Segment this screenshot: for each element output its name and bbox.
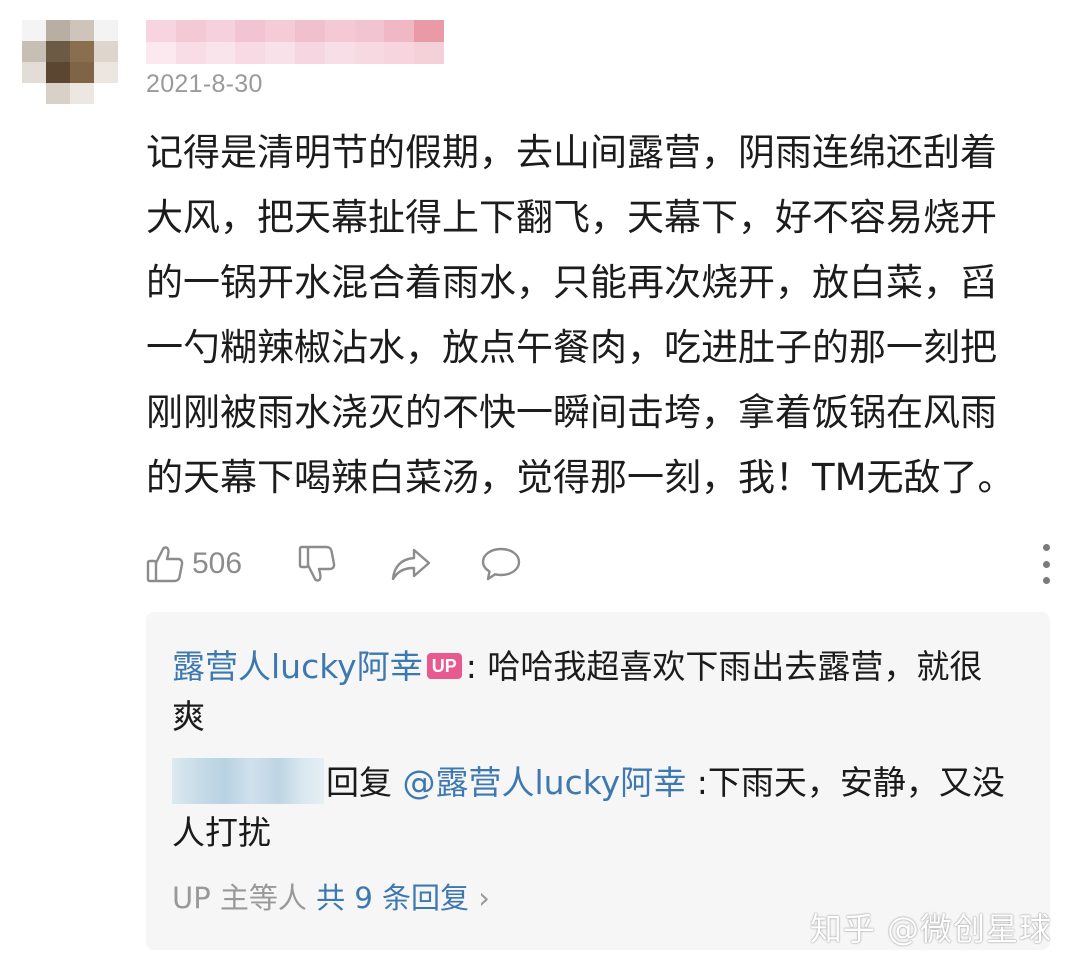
- reply-author-link[interactable]: 露营人lucky阿幸: [172, 647, 423, 686]
- mention-link[interactable]: @露营人lucky阿幸: [403, 763, 687, 802]
- username-blurred[interactable]: [146, 20, 444, 64]
- reply-separator: :: [465, 647, 477, 686]
- reply-item: 回复 @露营人lucky阿幸 :下雨天，安静，又没人打扰: [172, 757, 1022, 858]
- action-bar: 506: [146, 536, 1056, 592]
- reply-word: 回复: [326, 763, 392, 802]
- comment-icon: [480, 544, 522, 584]
- dislike-button[interactable]: [298, 536, 336, 592]
- reply-item: 露营人lucky阿幸 UP: 哈哈我超喜欢下雨出去露营，就很爽: [172, 642, 1012, 742]
- more-vertical-icon[interactable]: [1036, 544, 1056, 584]
- like-button[interactable]: 506: [146, 536, 242, 592]
- thumb-down-icon: [298, 544, 336, 584]
- replies-panel: 露营人lucky阿幸 UP: 哈哈我超喜欢下雨出去露营，就很爽 回复 @露营人lu…: [146, 612, 1050, 950]
- view-more-replies-link[interactable]: UP 主等人 共 9 条回复 ›: [172, 878, 490, 918]
- comment-button[interactable]: [480, 536, 522, 592]
- thumb-up-icon: [146, 544, 184, 584]
- up-badge: UP: [426, 652, 462, 679]
- comment-date: 2021-8-30: [146, 70, 263, 98]
- avatar[interactable]: [22, 20, 118, 104]
- watermark: 知乎 @微创星球: [809, 910, 1052, 948]
- more-replies-count: 共 9 条回复: [316, 881, 470, 915]
- comment-text: 记得是清明节的假期，去山间露营，阴雨连绵还刮着大风，把天幕扯得上下翻飞，天幕下，…: [146, 131, 1015, 499]
- like-count: 506: [192, 547, 243, 580]
- more-replies-prefix: UP 主等人: [172, 881, 307, 915]
- share-icon: [390, 544, 432, 584]
- chevron-right-icon: ›: [478, 881, 490, 915]
- share-button[interactable]: [390, 536, 432, 592]
- reply-separator: :: [696, 763, 708, 802]
- reply-author-blurred[interactable]: [172, 757, 324, 804]
